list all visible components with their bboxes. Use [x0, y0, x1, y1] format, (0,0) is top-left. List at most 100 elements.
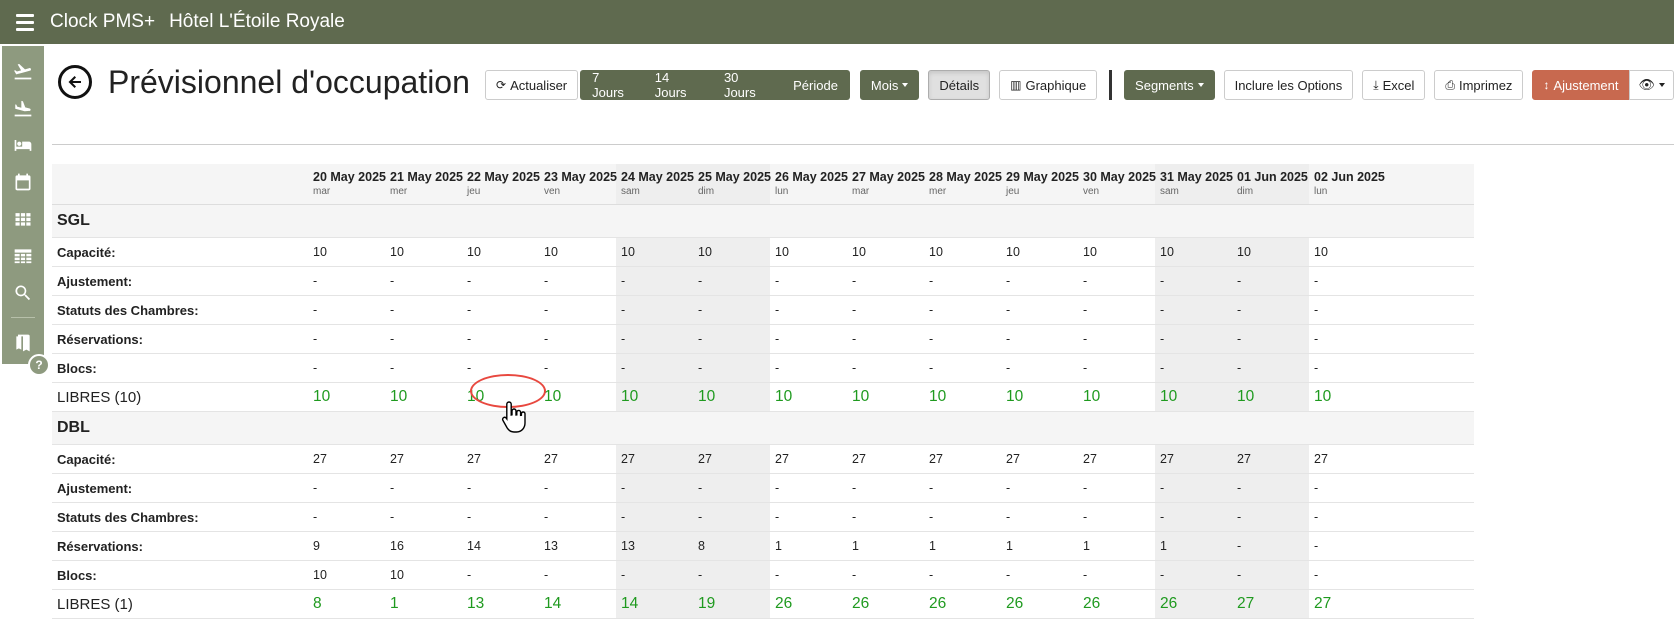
- free-rooms-cell[interactable]: 19: [693, 590, 770, 618]
- free-rooms-cell[interactable]: 10: [770, 383, 847, 411]
- free-rooms-cell[interactable]: 14: [616, 590, 693, 618]
- menu-icon[interactable]: [16, 13, 34, 31]
- day-header[interactable]: 01 Jun 2025 dim: [1232, 164, 1309, 204]
- sidebar: [2, 46, 44, 364]
- free-rooms-cell[interactable]: 10: [1001, 383, 1078, 411]
- day-name: dim: [698, 186, 715, 197]
- table-cell: -: [390, 303, 395, 317]
- table-cell: -: [1006, 332, 1011, 346]
- day-header[interactable]: 28 May 2025 mer: [924, 164, 1002, 204]
- excel-button[interactable]: ⤓ Excel: [1362, 70, 1426, 100]
- search-icon[interactable]: [2, 274, 44, 311]
- table-cell: -: [544, 332, 549, 346]
- print-icon: ⎙: [1445, 77, 1455, 92]
- free-rooms-cell[interactable]: 10: [539, 383, 616, 411]
- day-header[interactable]: 30 May 2025 ven: [1078, 164, 1156, 204]
- day-name: jeu: [467, 186, 481, 197]
- free-rooms-cell[interactable]: 10: [385, 383, 462, 411]
- free-rooms-cell[interactable]: 10: [1078, 383, 1155, 411]
- range-7-days-button[interactable]: 7 Jours: [580, 70, 643, 100]
- day-date: 21 May 2025: [390, 170, 463, 184]
- free-rooms-cell[interactable]: 10: [1309, 383, 1386, 411]
- table-cell: -: [852, 510, 857, 524]
- day-date: 29 May 2025: [1006, 170, 1079, 184]
- day-header[interactable]: 27 May 2025 mar: [847, 164, 925, 204]
- free-rooms-cell[interactable]: 10: [308, 383, 385, 411]
- free-rooms-cell[interactable]: 10: [847, 383, 924, 411]
- adjustment-button[interactable]: ↕ Ajustement: [1532, 70, 1630, 100]
- row-label: Réservations:: [57, 331, 143, 347]
- plane-arrival-icon[interactable]: [2, 89, 44, 126]
- include-options-button[interactable]: Inclure les Options: [1223, 70, 1354, 100]
- free-rooms-cell[interactable]: 27: [1309, 590, 1386, 618]
- refresh-button[interactable]: ⟳ Actualiser: [485, 70, 579, 100]
- table-cell: -: [544, 274, 549, 288]
- table-cell: 13: [544, 539, 558, 553]
- day-header[interactable]: 23 May 2025 ven: [539, 164, 617, 204]
- day-name: lun: [1314, 186, 1328, 197]
- table-cell: -: [1083, 274, 1088, 288]
- view-options-button[interactable]: 👁: [1629, 70, 1674, 100]
- table-cell: -: [1314, 568, 1319, 582]
- day-date: 20 May 2025: [313, 170, 386, 184]
- segments-dropdown-button[interactable]: Segments: [1124, 70, 1215, 100]
- table-cell: 1: [775, 539, 782, 553]
- table-cell: 27: [544, 452, 558, 466]
- details-button[interactable]: Détails: [928, 70, 991, 100]
- free-rooms-cell[interactable]: 10: [924, 383, 1001, 411]
- free-rooms-cell[interactable]: 26: [924, 590, 1001, 618]
- free-rooms-cell[interactable]: 14: [539, 590, 616, 618]
- free-rooms-cell[interactable]: 8: [308, 590, 385, 618]
- table-cell: -: [621, 361, 626, 375]
- free-rooms-cell[interactable]: 27: [1232, 590, 1309, 618]
- graph-button[interactable]: ▥ Graphique: [999, 70, 1098, 100]
- day-header[interactable]: 31 May 2025 sam: [1155, 164, 1233, 204]
- range-14-days-button[interactable]: 14 Jours: [643, 70, 712, 100]
- bed-icon[interactable]: [2, 126, 44, 163]
- free-rooms-cell[interactable]: 26: [1078, 590, 1155, 618]
- day-header[interactable]: 20 May 2025 mar: [308, 164, 386, 204]
- free-rooms-cell[interactable]: 10: [1155, 383, 1232, 411]
- table-cell: -: [390, 274, 395, 288]
- free-rooms-cell[interactable]: 26: [770, 590, 847, 618]
- table-cell: 8: [698, 539, 705, 553]
- free-rooms-cell[interactable]: 26: [1155, 590, 1232, 618]
- help-icon[interactable]: ?: [28, 354, 50, 376]
- vertical-arrows-icon: ↕: [1543, 78, 1550, 92]
- day-header[interactable]: 25 May 2025 dim: [693, 164, 771, 204]
- free-rooms-cell[interactable]: 10: [616, 383, 693, 411]
- range-30-days-button[interactable]: 30 Jours: [712, 70, 781, 100]
- table-cell: 16: [390, 539, 404, 553]
- day-header[interactable]: 02 Jun 2025 lun: [1309, 164, 1386, 204]
- day-date: 23 May 2025: [544, 170, 617, 184]
- range-period-button[interactable]: Période: [781, 70, 850, 100]
- day-date: 31 May 2025: [1160, 170, 1233, 184]
- day-header[interactable]: 26 May 2025 lun: [770, 164, 848, 204]
- table-cell: 10: [621, 245, 635, 259]
- free-rooms-cell[interactable]: 10: [693, 383, 770, 411]
- free-rooms-cell[interactable]: 26: [847, 590, 924, 618]
- day-header[interactable]: 29 May 2025 jeu: [1001, 164, 1079, 204]
- day-header[interactable]: 24 May 2025 sam: [616, 164, 694, 204]
- free-rooms-cell[interactable]: 1: [385, 590, 462, 618]
- table-cell: -: [1160, 303, 1165, 317]
- table-cell: -: [929, 568, 934, 582]
- day-header[interactable]: 21 May 2025 mer: [385, 164, 463, 204]
- free-rooms-cell[interactable]: 13: [462, 590, 539, 618]
- table-row: Ajustement: - - - - - - - - - - - - - -: [52, 267, 1474, 296]
- table-cell: -: [929, 332, 934, 346]
- month-dropdown-button[interactable]: Mois: [859, 70, 920, 100]
- calendar-icon[interactable]: [2, 163, 44, 200]
- day-header[interactable]: 22 May 2025 jeu: [462, 164, 540, 204]
- day-date: 22 May 2025: [467, 170, 540, 184]
- back-arrow-icon[interactable]: [58, 65, 92, 99]
- plane-departure-icon[interactable]: [2, 52, 44, 89]
- print-button[interactable]: ⎙ Imprimez: [1434, 70, 1524, 100]
- row-label: Blocs:: [57, 567, 97, 583]
- free-rooms-cell[interactable]: 26: [1001, 590, 1078, 618]
- table-icon[interactable]: [2, 237, 44, 274]
- table-cell: -: [1006, 568, 1011, 582]
- grid-icon[interactable]: [2, 200, 44, 237]
- day-date: 30 May 2025: [1083, 170, 1156, 184]
- free-rooms-cell[interactable]: 10: [1232, 383, 1309, 411]
